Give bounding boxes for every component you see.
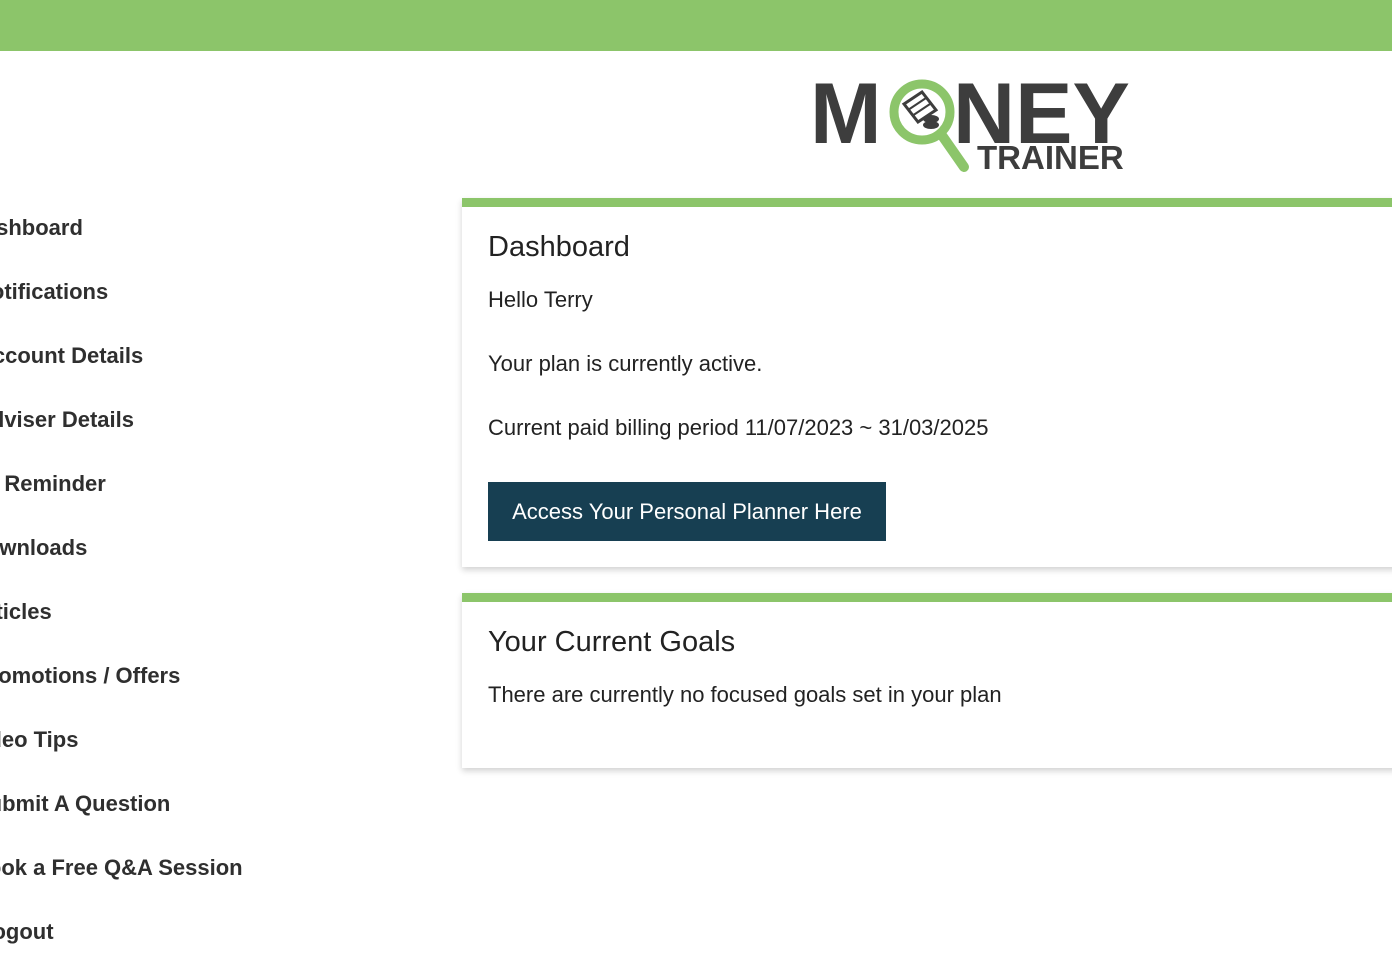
sidebar-item-video-tips[interactable]: Video Tips bbox=[0, 717, 430, 781]
sidebar-nav: Dashboard Notifications Account Details … bbox=[0, 205, 430, 973]
sidebar-item-adviser-details[interactable]: Adviser Details bbox=[0, 397, 430, 461]
sidebar-item-notifications[interactable]: Notifications bbox=[0, 269, 430, 333]
sidebar-item-label: Logout bbox=[0, 919, 54, 944]
dashboard-title: Dashboard bbox=[488, 231, 630, 263]
sidebar-item-submit-a-question[interactable]: Submit A Question bbox=[0, 781, 430, 845]
dashboard-card: Dashboard Hello Terry Your plan is curre… bbox=[462, 198, 1392, 567]
logo-wordmark-trainer: TRAINER bbox=[977, 139, 1124, 174]
sidebar-item-label: Promotions / Offers bbox=[0, 663, 181, 688]
sidebar-item-label: Dashboard bbox=[0, 215, 83, 240]
sidebar-item-articles[interactable]: Articles bbox=[0, 589, 430, 653]
greeting-text: Hello Terry bbox=[488, 287, 593, 312]
goals-title: Your Current Goals bbox=[488, 626, 736, 658]
plan-status-text: Your plan is currently active. bbox=[488, 351, 763, 376]
sidebar-item-downloads[interactable]: Downloads bbox=[0, 525, 430, 589]
billing-period-text: Current paid billing period 11/07/2023 ~… bbox=[488, 415, 989, 440]
sidebar-item-label: Set Reminder bbox=[0, 471, 106, 496]
sidebar-item-account-details[interactable]: Account Details bbox=[0, 333, 430, 397]
access-planner-button[interactable]: Access Your Personal Planner Here bbox=[488, 482, 886, 541]
sidebar-item-label: Downloads bbox=[0, 535, 88, 560]
sidebar-item-label: Submit A Question bbox=[0, 791, 171, 816]
sidebar-item-label: Notifications bbox=[0, 279, 109, 304]
sidebar-item-logout[interactable]: Logout bbox=[0, 909, 430, 973]
sidebar-item-label: Account Details bbox=[0, 343, 144, 368]
sidebar-item-promotions-offers[interactable]: Promotions / Offers bbox=[0, 653, 430, 717]
goals-card: Your Current Goals There are currently n… bbox=[462, 593, 1392, 768]
goals-empty-message: There are currently no focused goals set… bbox=[488, 682, 1002, 707]
money-trainer-logo: M NEY TRAINER bbox=[810, 74, 1130, 174]
sidebar-item-label: Book a Free Q&A Session bbox=[0, 855, 243, 880]
sidebar-item-label: Video Tips bbox=[0, 727, 79, 752]
svg-text:M: M bbox=[810, 74, 882, 162]
sidebar-item-set-reminder[interactable]: Set Reminder bbox=[0, 461, 430, 525]
top-banner bbox=[0, 0, 1392, 51]
sidebar-item-label: Articles bbox=[0, 599, 52, 624]
sidebar-item-book-free-qa-session[interactable]: Book a Free Q&A Session bbox=[0, 845, 430, 909]
sidebar-item-label: Adviser Details bbox=[0, 407, 134, 432]
sidebar-item-dashboard[interactable]: Dashboard bbox=[0, 205, 430, 269]
